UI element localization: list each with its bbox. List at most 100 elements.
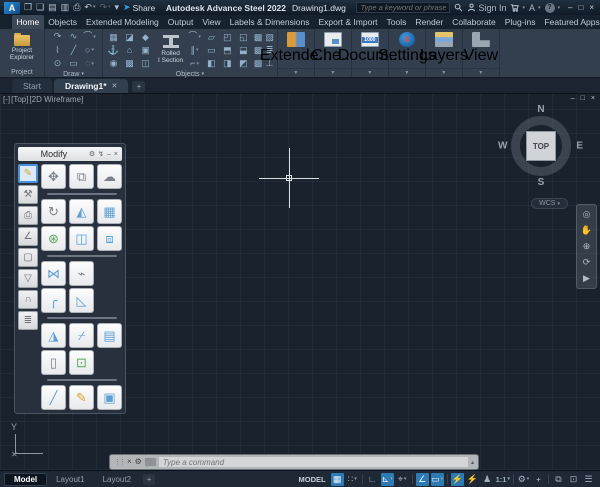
draw-arc-segment-icon[interactable]: ↷ [50, 30, 65, 43]
panel-dropdown-icon[interactable]: ▼ [278, 68, 314, 77]
tab-plugins[interactable]: Plug-ins [500, 15, 540, 29]
palette-properties-icon[interactable]: ⚙ [89, 151, 95, 158]
tab-labels-dimensions[interactable]: Labels & Dimensions [225, 15, 314, 29]
model-space-toggle[interactable]: MODEL [299, 475, 326, 484]
annotation-autoscale-icon[interactable]: ⚡ [466, 473, 479, 486]
wcs-dropdown[interactable]: WCS▾ [531, 198, 568, 209]
status-divider[interactable] [362, 474, 363, 484]
autodesk-account-icon[interactable]: A [529, 3, 541, 13]
move-button[interactable]: ✥ [41, 164, 66, 189]
viewcube-north[interactable]: N [537, 104, 544, 115]
stretch-button[interactable]: ⋈ [41, 261, 66, 286]
annotation-visibility-icon[interactable]: ⚡ [451, 473, 464, 486]
rotate-3d-button[interactable]: ⊛ [41, 226, 66, 251]
start-tab[interactable]: Start [12, 79, 52, 93]
palette-autohide-icon[interactable]: ↯ [98, 151, 104, 158]
slab-icon[interactable]: ▣ [138, 44, 153, 56]
poly-plate-icon[interactable]: ◰ [220, 31, 235, 43]
workspace-switching-icon[interactable]: ⚙ [517, 473, 530, 486]
chamfer-button[interactable]: ◺ [69, 288, 94, 313]
panel-dropdown-icon[interactable]: ▼ [389, 68, 425, 77]
draw-spline-icon[interactable]: ∿ [66, 30, 81, 43]
command-history-icon[interactable]: ▴ [471, 459, 474, 466]
viewport-close-icon[interactable]: × [591, 95, 595, 102]
viewcube[interactable]: TOP N S W E [502, 107, 580, 185]
viewcube-east[interactable]: E [576, 141, 583, 152]
anchor-icon[interactable]: ⚓ [106, 44, 121, 56]
palette-minimize-icon[interactable]: – [107, 151, 111, 158]
grating-standard-icon[interactable]: ▨ [265, 31, 274, 43]
draw-line-icon[interactable]: ╱ [66, 44, 81, 57]
viewport-tool-button[interactable]: ▤ [97, 323, 122, 348]
tab-view[interactable]: View [198, 15, 225, 29]
project-explorer-button[interactable]: Project Explorer [3, 34, 41, 62]
close-button[interactable]: × [589, 3, 594, 12]
objects-panel-label[interactable]: Objects▾ [103, 71, 277, 78]
customization-plus-icon[interactable]: + [532, 473, 545, 486]
taper-button[interactable]: ◮ [41, 323, 66, 348]
orbit-icon[interactable]: ⟳ [583, 258, 591, 267]
palette-title-bar[interactable]: Modify ⚙↯–× [18, 147, 122, 161]
concrete-icon[interactable]: ◫ [138, 57, 153, 69]
draw-ellipse-icon[interactable]: ◌ [82, 57, 97, 70]
palette-tab-fold[interactable]: ∩ [18, 290, 38, 309]
model-tab[interactable]: Model [4, 473, 47, 486]
tab-tools[interactable]: Tools [382, 15, 411, 29]
palette-tab-presentation[interactable]: ⎙ [18, 206, 38, 225]
viewport-menu-control[interactable]: [-] [3, 95, 10, 104]
drawing-tab[interactable]: Drawing1* ✕ [54, 79, 128, 93]
rotate-button[interactable]: ↻ [41, 199, 66, 224]
command-customize-icon[interactable]: ⚙ [135, 458, 142, 466]
plot-icon[interactable]: ⎙ [73, 3, 80, 12]
command-bar-grip[interactable]: ⋮⋮ [114, 458, 124, 466]
panel-dropdown-icon[interactable]: ▼ [463, 68, 499, 77]
line-edit-button[interactable]: ╱ [41, 385, 66, 410]
tab-render[interactable]: Render [411, 15, 448, 29]
folded-plate-icon[interactable]: ◱ [236, 31, 251, 43]
annotation-scale-value[interactable]: 1:1 [496, 473, 510, 486]
fillet-button[interactable]: ╭ [41, 288, 66, 313]
folded-beam-icon[interactable]: ⌐ [188, 57, 201, 70]
palette-close-icon[interactable]: × [114, 151, 118, 158]
tab-home[interactable]: Home [12, 15, 44, 29]
draw-arc-icon[interactable]: ⌒ [82, 30, 97, 43]
customization-menu-icon[interactable]: ☰ [582, 473, 595, 486]
rect-plate-icon[interactable]: ▱ [204, 31, 219, 43]
command-bar-close-icon[interactable]: × [127, 458, 132, 466]
zoom-icon[interactable]: ⊕ [583, 242, 591, 251]
panel-dropdown-icon[interactable]: ▼ [352, 68, 388, 77]
new-file-icon[interactable]: ❐ [24, 3, 32, 12]
status-divider[interactable] [513, 474, 514, 484]
open-file-icon[interactable]: ❏ [36, 3, 44, 12]
tab-collaborate[interactable]: Collaborate [448, 15, 500, 29]
tab-featured-apps[interactable]: Featured Apps [540, 15, 600, 29]
palette-tab-tools[interactable]: ⚒ [18, 185, 38, 204]
layout2-tab[interactable]: Layout2 [94, 474, 140, 485]
lengthen-button[interactable]: ▯ [41, 350, 66, 375]
plate-shrink-icon[interactable]: ⬒ [220, 44, 235, 56]
object-snap-tracking-icon[interactable]: ⌖ [396, 473, 409, 486]
redo-icon[interactable]: ↷ [99, 3, 110, 12]
palette-tab-axes[interactable]: ∠ [18, 227, 38, 246]
dynamic-input-icon[interactable]: ▭ [431, 473, 444, 486]
panel-dropdown-icon[interactable]: ▼ [426, 68, 462, 77]
sketch-button[interactable]: ✎ [69, 385, 94, 410]
viewport-minimize-icon[interactable]: – [571, 95, 575, 102]
break-at-point-button[interactable]: ⌿ [69, 323, 94, 348]
drawing-canvas[interactable]: [-] [Top] [2D Wireframe] –□× TOP N S W E… [0, 93, 600, 470]
viewcube-west[interactable]: W [498, 141, 507, 152]
new-drawing-tab-button[interactable]: + [132, 81, 145, 92]
navigation-wheel-icon[interactable]: ◎ [583, 210, 591, 219]
smooth-polyline-button[interactable]: ☁ [97, 164, 122, 189]
viewcube-top-face[interactable]: TOP [526, 131, 556, 161]
footing-icon[interactable]: ▩ [122, 57, 137, 69]
object-snap-icon[interactable]: ∠ [416, 473, 429, 486]
clean-screen-icon[interactable]: ⊡ [567, 473, 580, 486]
palette-tab-selection[interactable]: ▢ [18, 248, 38, 267]
viewcube-south[interactable]: S [538, 177, 545, 188]
plate-vertex-icon[interactable]: ◨ [220, 57, 235, 69]
grid-icon[interactable]: ▦ [106, 31, 121, 43]
plate-merge-icon[interactable]: ⬓ [236, 44, 251, 56]
share-button[interactable]: ➤ Share [123, 2, 155, 13]
draw-rectangle-icon[interactable]: ▭ [66, 57, 81, 70]
